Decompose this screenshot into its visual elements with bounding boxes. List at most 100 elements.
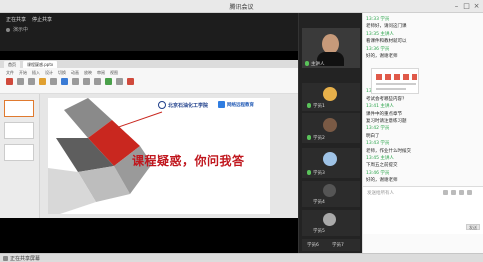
title-bar: 腾讯会议 – □ × xyxy=(0,0,483,13)
slide-thumbnail[interactable] xyxy=(4,144,34,161)
cut-icon[interactable] xyxy=(17,78,24,85)
status-bar: 正在共享屏幕 xyxy=(0,253,483,262)
ribbon-tab[interactable]: 文件 xyxy=(6,70,14,76)
new-slide-icon[interactable] xyxy=(39,78,46,85)
avatar xyxy=(323,118,337,132)
share-menu-item[interactable]: 停止共享 xyxy=(32,16,52,23)
document-tabs: 首页 课程疑惑.pptx xyxy=(0,60,298,68)
chat-message-text: 明白了 xyxy=(366,133,380,139)
seal-icon xyxy=(158,101,166,109)
network-name: 网络远程教育 xyxy=(227,102,254,108)
ribbon-tab[interactable]: 审阅 xyxy=(97,70,105,76)
chat-message-text: 下周五之前提交 xyxy=(366,163,398,169)
ribbon-tab[interactable]: 放映 xyxy=(84,70,92,76)
slide-thumbnails xyxy=(0,94,40,218)
align-icon[interactable] xyxy=(94,78,101,85)
chat-message-meta: 13:45 主讲人 xyxy=(366,156,394,161)
participant-name: 主讲人 xyxy=(311,62,325,67)
ribbon-menu: 文件 开始 插入 设计 切换 动画 放映 审阅 视图 xyxy=(6,70,118,76)
chat-message-meta: 13:46 学员 xyxy=(366,170,390,176)
network-logo: 网络远程教育 xyxy=(218,101,254,108)
paste-icon[interactable] xyxy=(6,78,13,85)
play-icon[interactable] xyxy=(127,78,134,85)
video-tile[interactable]: 学员4 xyxy=(302,181,360,207)
screenshot-icon[interactable] xyxy=(467,190,472,195)
close-icon[interactable]: × xyxy=(472,2,481,11)
chat-input-area[interactable]: 发送给所有人 发送 xyxy=(363,186,483,234)
participant-name: 学员6 xyxy=(307,243,319,248)
ribbon-tab[interactable]: 开始 xyxy=(19,70,27,76)
chat-message-meta: 13:41 主讲人 xyxy=(366,104,394,110)
participant-name: 学员7 xyxy=(332,243,344,248)
share-menu: 正在共享 停止共享 xyxy=(6,16,52,23)
chat-message-meta: 13:42 学员 xyxy=(366,126,390,132)
file-icon[interactable] xyxy=(459,190,464,195)
send-button[interactable]: 发送 xyxy=(466,224,480,230)
participant-name: 学员2 xyxy=(313,136,325,141)
video-tile[interactable]: 学员6 学员7 xyxy=(302,239,360,251)
presentation-app: 首页 课程疑惑.pptx 文件 开始 插入 设计 切换 动画 放映 审阅 视图 xyxy=(0,60,298,218)
chat-message-text: 课件中的重点章节 xyxy=(366,111,402,117)
font-icon[interactable] xyxy=(61,78,68,85)
status-dot-icon xyxy=(6,27,10,32)
ribbon: 文件 开始 插入 设计 切换 动画 放映 审阅 视图 xyxy=(0,68,298,94)
status-text: 正在共享屏幕 xyxy=(10,256,41,262)
share-bottom-area xyxy=(0,218,298,253)
image-icon[interactable] xyxy=(451,190,456,195)
copy-icon[interactable] xyxy=(28,78,35,85)
slide-thumbnail[interactable] xyxy=(4,100,34,117)
mic-icon xyxy=(307,135,311,140)
chat-message-text: 复习时请注意练习题 xyxy=(366,119,407,124)
italic-icon[interactable] xyxy=(83,78,90,85)
avatar xyxy=(323,152,337,166)
video-tile[interactable]: 学员2 xyxy=(302,113,360,143)
video-tile[interactable]: 学员5 xyxy=(302,210,360,236)
video-tile[interactable]: 学员3 xyxy=(302,148,360,178)
tab-home[interactable]: 首页 xyxy=(4,60,20,68)
mic-icon xyxy=(305,61,309,66)
chat-message-text: 老师，作业什么时候交 xyxy=(366,148,411,154)
shared-image[interactable] xyxy=(371,68,419,94)
video-tile[interactable]: 学员1 xyxy=(302,83,360,111)
maximize-icon[interactable]: □ xyxy=(462,2,471,11)
network-logo-icon xyxy=(218,101,225,108)
chat-message-meta: 13:36 学员 xyxy=(366,46,390,52)
ribbon-tab[interactable]: 设计 xyxy=(45,70,53,76)
ribbon-tab[interactable]: 插入 xyxy=(32,70,40,76)
chat-message-text: 老师好，请问这门课 xyxy=(366,24,407,30)
layout-icon[interactable] xyxy=(50,78,57,85)
slide-title: 课程疑惑，你问我答 xyxy=(132,154,245,168)
avatar xyxy=(323,213,336,226)
chat-message-text: 考试会考哪些内容？ xyxy=(366,96,407,102)
avatar xyxy=(323,87,337,101)
status: 正在共享屏幕 xyxy=(3,255,40,262)
presenter-video xyxy=(322,34,339,54)
shape-icon[interactable] xyxy=(105,78,112,85)
emoji-icon[interactable] xyxy=(443,190,448,195)
meeting-window: 腾讯会议 – □ × 正在共享 停止共享 演示中 首页 课程疑惑.pptx 文件 xyxy=(0,0,483,262)
chat-message-meta: 13:35 主讲人 xyxy=(366,31,394,37)
ribbon-tab[interactable]: 动画 xyxy=(71,70,79,76)
shared-screen: 正在共享 停止共享 演示中 首页 课程疑惑.pptx 文件 开始 插入 设计 切… xyxy=(0,13,298,253)
video-panel: 主讲人 学员1 学员2 学员3 学员4 学员5 学员6 学员7 xyxy=(298,13,362,253)
university-name: 北京石油化工学院 xyxy=(168,102,209,109)
arrange-icon[interactable] xyxy=(116,78,123,85)
window-title: 腾讯会议 xyxy=(229,4,254,11)
slide: 北京石油化工学院 网络远程教育 课程疑惑，你问我答 xyxy=(48,98,270,214)
ribbon-tab[interactable]: 切换 xyxy=(58,70,66,76)
mic-icon xyxy=(307,103,311,108)
minimize-icon[interactable]: – xyxy=(452,2,461,11)
screen-share-icon xyxy=(3,256,8,261)
share-status: 演示中 xyxy=(6,26,28,33)
tab-document[interactable]: 课程疑惑.pptx xyxy=(23,60,58,68)
video-tile[interactable]: 主讲人 xyxy=(302,28,360,68)
slide-canvas: 北京石油化工学院 网络远程教育 课程疑惑，你问我答 xyxy=(40,94,298,218)
chat-message-meta: 13:43 学员 xyxy=(366,141,390,147)
participant-name: 学员3 xyxy=(313,171,325,176)
share-menu-item[interactable]: 正在共享 xyxy=(6,16,26,23)
ribbon-tab[interactable]: 视图 xyxy=(110,70,118,76)
bold-icon[interactable] xyxy=(72,78,79,85)
slide-thumbnail[interactable] xyxy=(4,122,34,139)
chat-message-text: 好的，谢谢老师 xyxy=(366,178,398,184)
chat-input-placeholder: 发送给所有人 xyxy=(367,191,394,196)
